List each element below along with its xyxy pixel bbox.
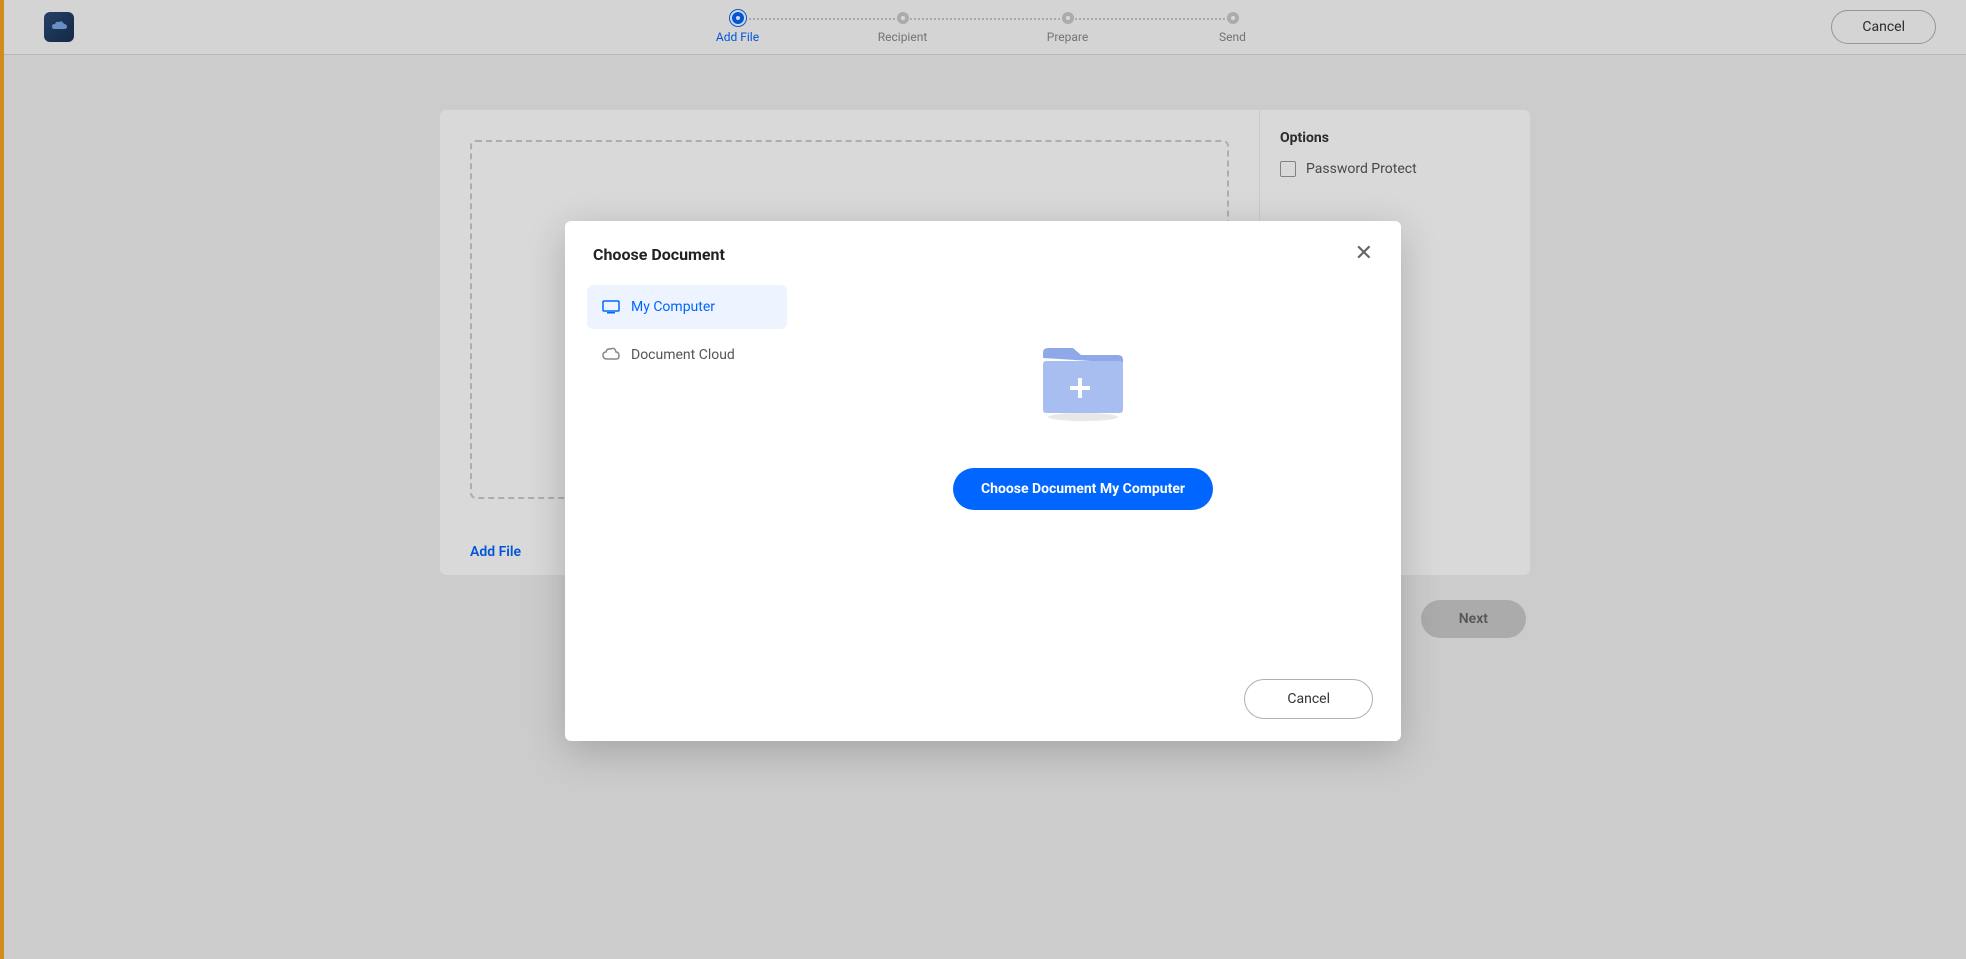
sidebar-accent <box>0 0 4 959</box>
modal-cancel-button[interactable]: Cancel <box>1244 679 1373 719</box>
computer-icon <box>601 297 621 317</box>
password-protect-option[interactable]: Password Protect <box>1280 161 1510 177</box>
app-logo-icon <box>44 12 74 42</box>
close-icon[interactable]: ✕ <box>1355 243 1373 265</box>
step-add-file: Add File <box>655 12 820 44</box>
progress-steps: Add File Recipient Prepare Send <box>655 12 1315 44</box>
step-indicator-icon <box>732 12 744 24</box>
step-label: Send <box>1219 30 1246 44</box>
step-indicator-icon <box>1062 12 1074 24</box>
source-label: My Computer <box>631 299 715 315</box>
modal-title: Choose Document <box>593 245 725 264</box>
choose-document-button[interactable]: Choose Document My Computer <box>953 468 1213 510</box>
step-recipient: Recipient <box>820 12 985 44</box>
next-button[interactable]: Next <box>1421 600 1526 638</box>
modal-body: My Computer Document Cloud Choose Docum <box>565 283 1401 657</box>
modal-sidebar: My Computer Document Cloud <box>587 283 787 657</box>
checkbox-icon[interactable] <box>1280 161 1296 177</box>
source-label: Document Cloud <box>631 347 735 363</box>
step-label: Prepare <box>1047 30 1088 44</box>
modal-main: Choose Document My Computer <box>787 283 1379 657</box>
cancel-button[interactable]: Cancel <box>1831 10 1936 44</box>
choose-document-modal: Choose Document ✕ My Computer Document C… <box>565 221 1401 741</box>
step-indicator-icon <box>1227 12 1239 24</box>
footer-actions: Next <box>1421 600 1526 638</box>
modal-header: Choose Document ✕ <box>565 221 1401 283</box>
options-title: Options <box>1280 130 1510 146</box>
step-send: Send <box>1150 12 1315 44</box>
top-bar: Add File Recipient Prepare Send Cancel <box>4 0 1966 55</box>
step-indicator-icon <box>897 12 909 24</box>
source-my-computer[interactable]: My Computer <box>587 285 787 329</box>
step-label: Recipient <box>878 30 928 44</box>
modal-footer: Cancel <box>565 657 1401 741</box>
step-label: Add File <box>716 30 759 44</box>
cloud-icon <box>601 345 621 365</box>
folder-plus-icon <box>1033 343 1133 423</box>
option-label: Password Protect <box>1306 161 1417 177</box>
step-prepare: Prepare <box>985 12 1150 44</box>
source-document-cloud[interactable]: Document Cloud <box>587 333 787 377</box>
